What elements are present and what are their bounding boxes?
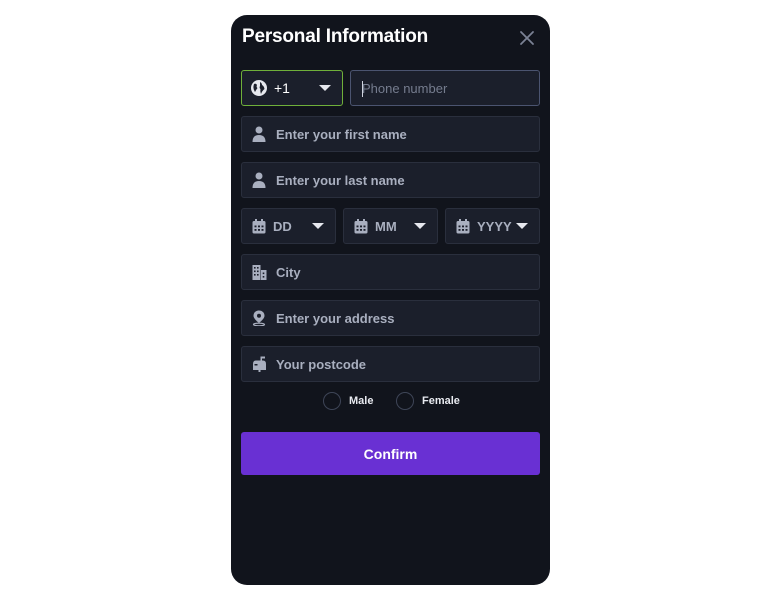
gender-radio-male[interactable]: Male — [323, 392, 373, 410]
radio-circle-male[interactable] — [323, 392, 341, 410]
modal-title: Personal Information — [242, 26, 429, 47]
calendar-icon — [353, 218, 369, 234]
radio-circle-female[interactable] — [396, 392, 414, 410]
first-name-field[interactable] — [241, 116, 540, 152]
globe-icon — [250, 79, 268, 97]
city-input[interactable] — [276, 264, 539, 280]
last-name-input[interactable] — [276, 172, 539, 188]
gender-radio-group: Male Female — [231, 392, 550, 412]
postcode-field[interactable] — [241, 346, 540, 382]
dob-day-value: DD — [273, 218, 292, 234]
chevron-down-icon — [516, 223, 528, 229]
chevron-down-icon — [414, 223, 426, 229]
close-icon[interactable] — [517, 28, 537, 48]
mailbox-icon — [251, 356, 267, 372]
user-icon — [251, 172, 267, 188]
map-pin-icon — [251, 310, 267, 326]
city-field[interactable] — [241, 254, 540, 290]
calendar-icon — [251, 218, 267, 234]
calendar-icon — [455, 218, 471, 234]
user-icon — [251, 126, 267, 142]
country-code-value: +1 — [274, 80, 290, 96]
gender-radio-female[interactable]: Female — [396, 392, 460, 410]
chevron-down-icon — [319, 85, 331, 91]
gender-label-male: Male — [349, 395, 374, 407]
dob-month-select[interactable]: MM — [343, 208, 438, 244]
gender-label-female: Female — [422, 395, 460, 407]
building-icon — [251, 264, 267, 280]
phone-field[interactable] — [350, 70, 540, 106]
dob-day-select[interactable]: DD — [241, 208, 336, 244]
phone-input[interactable] — [362, 80, 539, 96]
confirm-button[interactable]: Confirm — [241, 432, 540, 475]
address-input[interactable] — [276, 310, 539, 326]
chevron-down-icon — [312, 223, 324, 229]
personal-info-modal: Personal Information +1 Phone number Ent… — [231, 15, 550, 585]
dob-year-value: YYYY — [477, 218, 512, 234]
last-name-field[interactable] — [241, 162, 540, 198]
text-cursor — [362, 81, 363, 97]
country-code-select[interactable]: +1 — [241, 70, 343, 106]
dob-year-select[interactable]: YYYY — [445, 208, 540, 244]
address-field[interactable] — [241, 300, 540, 336]
postcode-input[interactable] — [276, 356, 539, 372]
first-name-input[interactable] — [276, 126, 539, 142]
dob-month-value: MM — [375, 218, 397, 234]
